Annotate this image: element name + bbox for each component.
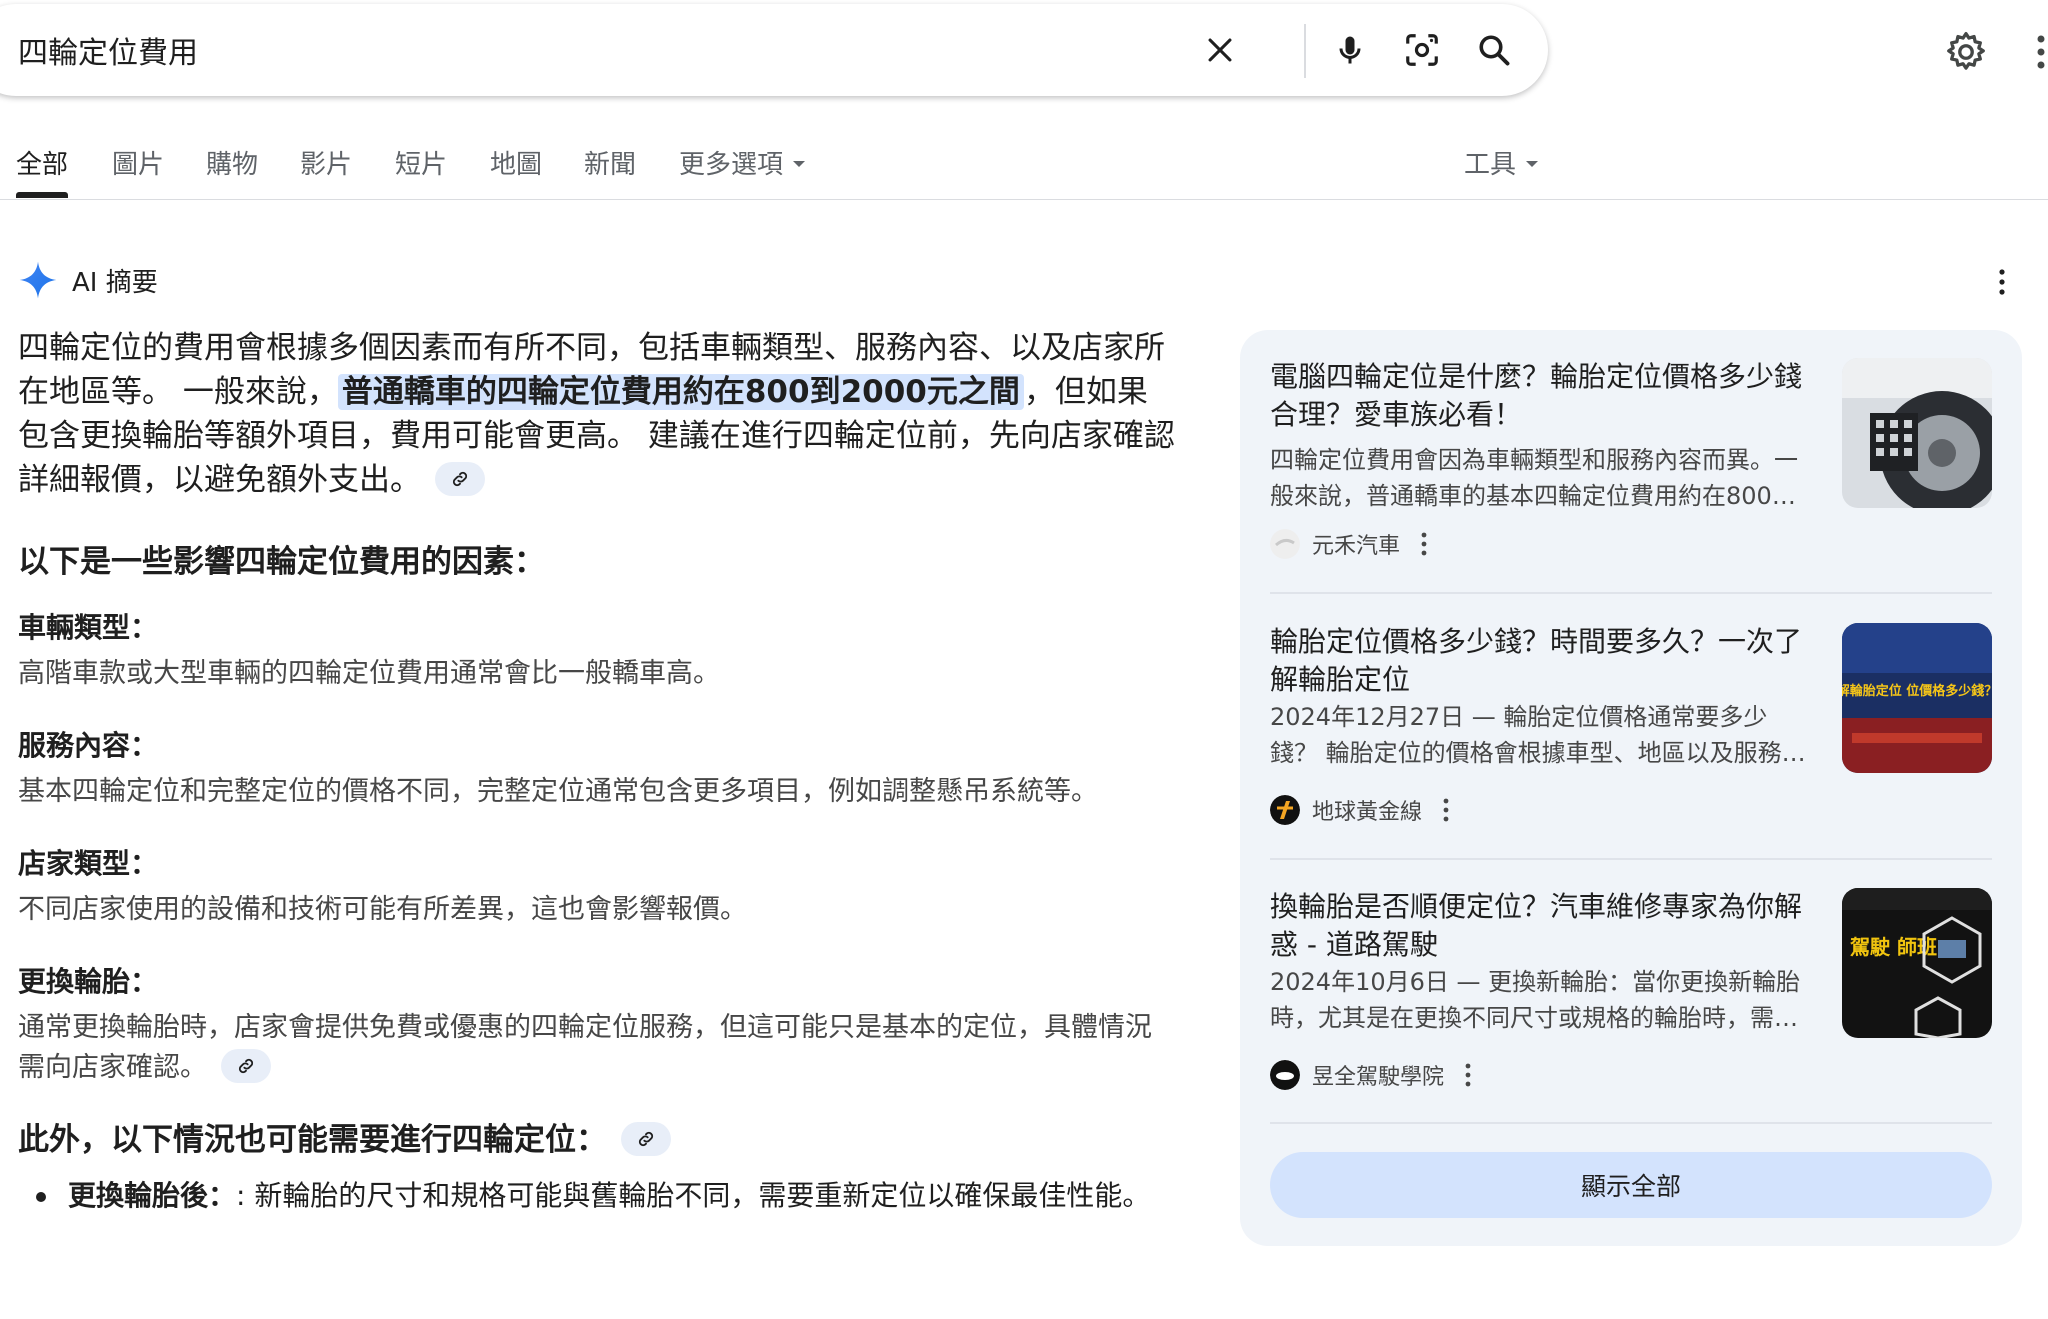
ai-summary-paragraph: 四輪定位的費用會根據多個因素而有所不同，包括車輛類型、服務內容、以及店家所在地區… — [18, 326, 1178, 502]
ai-overview-label: AI 摘要 — [72, 267, 158, 298]
ai-overview-body: 四輪定位的費用會根據多個因素而有所不同，包括車輛類型、服務內容、以及店家所在地區… — [18, 326, 1178, 1216]
more-options-icon[interactable] — [1464, 1063, 1472, 1087]
tab-shorts[interactable]: 短片 — [395, 144, 447, 181]
more-options-icon[interactable] — [1996, 268, 2008, 296]
source-attribution[interactable]: 地球黃金線 — [1270, 792, 1450, 828]
more-options-icon[interactable] — [1442, 798, 1450, 822]
factor-text: 通常更換輪胎時，店家會提供免費或優惠的四輪定位服務，但這可能只是基本的定位，具體… — [18, 1012, 1152, 1083]
gemini-sparkle-icon — [19, 261, 57, 299]
source-attribution[interactable]: 元禾汽車 — [1270, 526, 1428, 562]
ai-overview-header: AI 摘要 — [18, 258, 158, 302]
card-divider — [1270, 858, 1992, 860]
bullet-title: 更換輪胎後： — [68, 1179, 237, 1212]
search-divider — [1304, 24, 1306, 78]
tab-news[interactable]: 新聞 — [584, 144, 636, 181]
search-bar[interactable]: 四輪定位費用 — [0, 4, 1548, 96]
link-icon — [238, 1058, 254, 1073]
ai-summary-highlight: 普通轎車的四輪定位費用約在800到2000元之間 — [337, 374, 1024, 410]
caret-down-icon — [793, 160, 806, 167]
tabs-divider — [0, 199, 2048, 200]
source-title[interactable]: 換輪胎是否順便定位？汽車維修專家為你解惑 - 道路駕駛 — [1270, 888, 1810, 964]
factor-text: 高階車款或大型車輛的四輪定位費用通常會比一般轎車高。 — [18, 658, 720, 689]
source-attribution[interactable]: 昱全駕駛學院 — [1270, 1057, 1472, 1093]
tab-all[interactable]: 全部 — [16, 144, 68, 181]
factor-text: 不同店家使用的設備和技術可能有所差異，這也會影響報價。 — [18, 894, 747, 925]
factor-text-with-link: 通常更換輪胎時，店家會提供免費或優惠的四輪定位服務，但這可能只是基本的定位，具體… — [18, 1008, 1178, 1088]
link-icon — [638, 1131, 654, 1146]
link-icon — [452, 471, 468, 486]
factors-heading: 以下是一些影響四輪定位費用的因素： — [18, 544, 545, 580]
tab-videos[interactable]: 影片 — [300, 144, 352, 181]
source-site-name: 昱全駕駛學院 — [1312, 1065, 1445, 1090]
site-favicon — [1270, 1060, 1300, 1090]
source-title[interactable]: 電腦四輪定位是什麼？輪胎定位價格多少錢合理？愛車族必看！ — [1270, 358, 1810, 434]
factor-title: 車輛類型： — [18, 611, 159, 644]
camera-lens-icon[interactable] — [1402, 30, 1442, 70]
active-tab-indicator — [16, 192, 68, 198]
tab-tools-label: 工具 — [1464, 150, 1517, 180]
more-options-icon[interactable] — [1420, 532, 1428, 556]
factor-title: 店家類型： — [18, 847, 159, 880]
tab-tools[interactable]: 工具 — [1464, 144, 1539, 181]
other-cases-heading-text: 此外，以下情況也可能需要進行四輪定位： — [18, 1122, 607, 1158]
card-divider — [1270, 592, 1992, 594]
tab-shopping[interactable]: 購物 — [206, 144, 258, 181]
source-link-chip[interactable] — [435, 461, 485, 496]
tab-images[interactable]: 圖片 — [112, 144, 164, 181]
source-link-chip[interactable] — [621, 1121, 671, 1156]
source-snippet: 2024年10月6日 — 更換新輪胎：當你更換新輪胎時，尤其是在更換不同尺寸或規… — [1270, 968, 1801, 1032]
tab-maps[interactable]: 地圖 — [490, 144, 542, 181]
clear-icon[interactable] — [1200, 30, 1240, 70]
microphone-icon[interactable] — [1330, 30, 1370, 70]
card-divider — [1270, 1122, 1992, 1124]
source-title[interactable]: 輪胎定位價格多少錢？時間要多久？一次了解輪胎定位 — [1270, 623, 1810, 699]
caret-down-icon — [1526, 160, 1539, 167]
settings-gear-icon[interactable] — [1944, 30, 1988, 74]
other-cases-heading: 此外，以下情況也可能需要進行四輪定位： — [18, 1120, 1178, 1160]
factor-title: 服務內容： — [18, 729, 159, 762]
source-snippet: 四輪定位費用會因為車輛類型和服務內容而異。一般來說，普通轎車的基本四輪定位費用約… — [1270, 446, 1798, 510]
factor-text: 基本四輪定位和完整定位的價格不同，完整定位通常包含更多項目，例如調整懸吊系統等。 — [18, 776, 1098, 807]
thumbnail-caption: 一次了解輪胎定位 位價格多少錢？時間要 — [1842, 683, 1992, 699]
show-all-button[interactable]: 顯示全部 — [1270, 1152, 1992, 1218]
sources-panel: 電腦四輪定位是什麼？輪胎定位價格多少錢合理？愛車族必看！ 四輪定位費用會因為車輛… — [1240, 330, 2022, 1246]
source-snippet: 2024年12月27日 — 輪胎定位價格通常要多少錢？ 輪胎定位的價格會根據車型… — [1270, 703, 1806, 767]
source-link-chip[interactable] — [221, 1048, 271, 1083]
site-favicon — [1270, 529, 1300, 559]
source-site-name: 地球黃金線 — [1312, 800, 1423, 825]
search-tabs: 全部 圖片 購物 影片 短片 地圖 新聞 更多選項 工具 — [0, 136, 2048, 200]
search-input[interactable]: 四輪定位費用 — [18, 28, 198, 72]
site-favicon — [1270, 795, 1300, 825]
source-site-name: 元禾汽車 — [1312, 534, 1401, 559]
source-card[interactable]: 電腦四輪定位是什麼？輪胎定位價格多少錢合理？愛車族必看！ 四輪定位費用會因為車輛… — [1270, 358, 1992, 510]
source-card[interactable]: 換輪胎是否順便定位？汽車維修專家為你解惑 - 道路駕駛 2024年10月6日 —… — [1270, 888, 1992, 1038]
factor-title: 更換輪胎： — [18, 965, 159, 998]
apps-grid-icon[interactable] — [2034, 34, 2048, 70]
bullet-item: 更換輪胎後：: 新輪胎的尺寸和規格可能與舊輪胎不同，需要重新定位以確保最佳性能。 — [18, 1176, 1178, 1216]
tab-more[interactable]: 更多選項 — [679, 144, 806, 181]
source-thumbnail[interactable]: 一次了解輪胎定位 位價格多少錢？時間要 — [1842, 623, 1992, 773]
tab-more-label: 更多選項 — [679, 150, 784, 180]
bullet-text: : 新輪胎的尺寸和規格可能與舊輪胎不同，需要重新定位以確保最佳性能。 — [236, 1179, 1151, 1212]
source-card[interactable]: 輪胎定位價格多少錢？時間要多久？一次了解輪胎定位 2024年12月27日 — 輪… — [1270, 623, 1992, 773]
source-thumbnail[interactable]: 駕駛 師班 — [1842, 888, 1992, 1038]
search-icon[interactable] — [1474, 30, 1514, 70]
source-thumbnail[interactable] — [1842, 358, 1992, 508]
